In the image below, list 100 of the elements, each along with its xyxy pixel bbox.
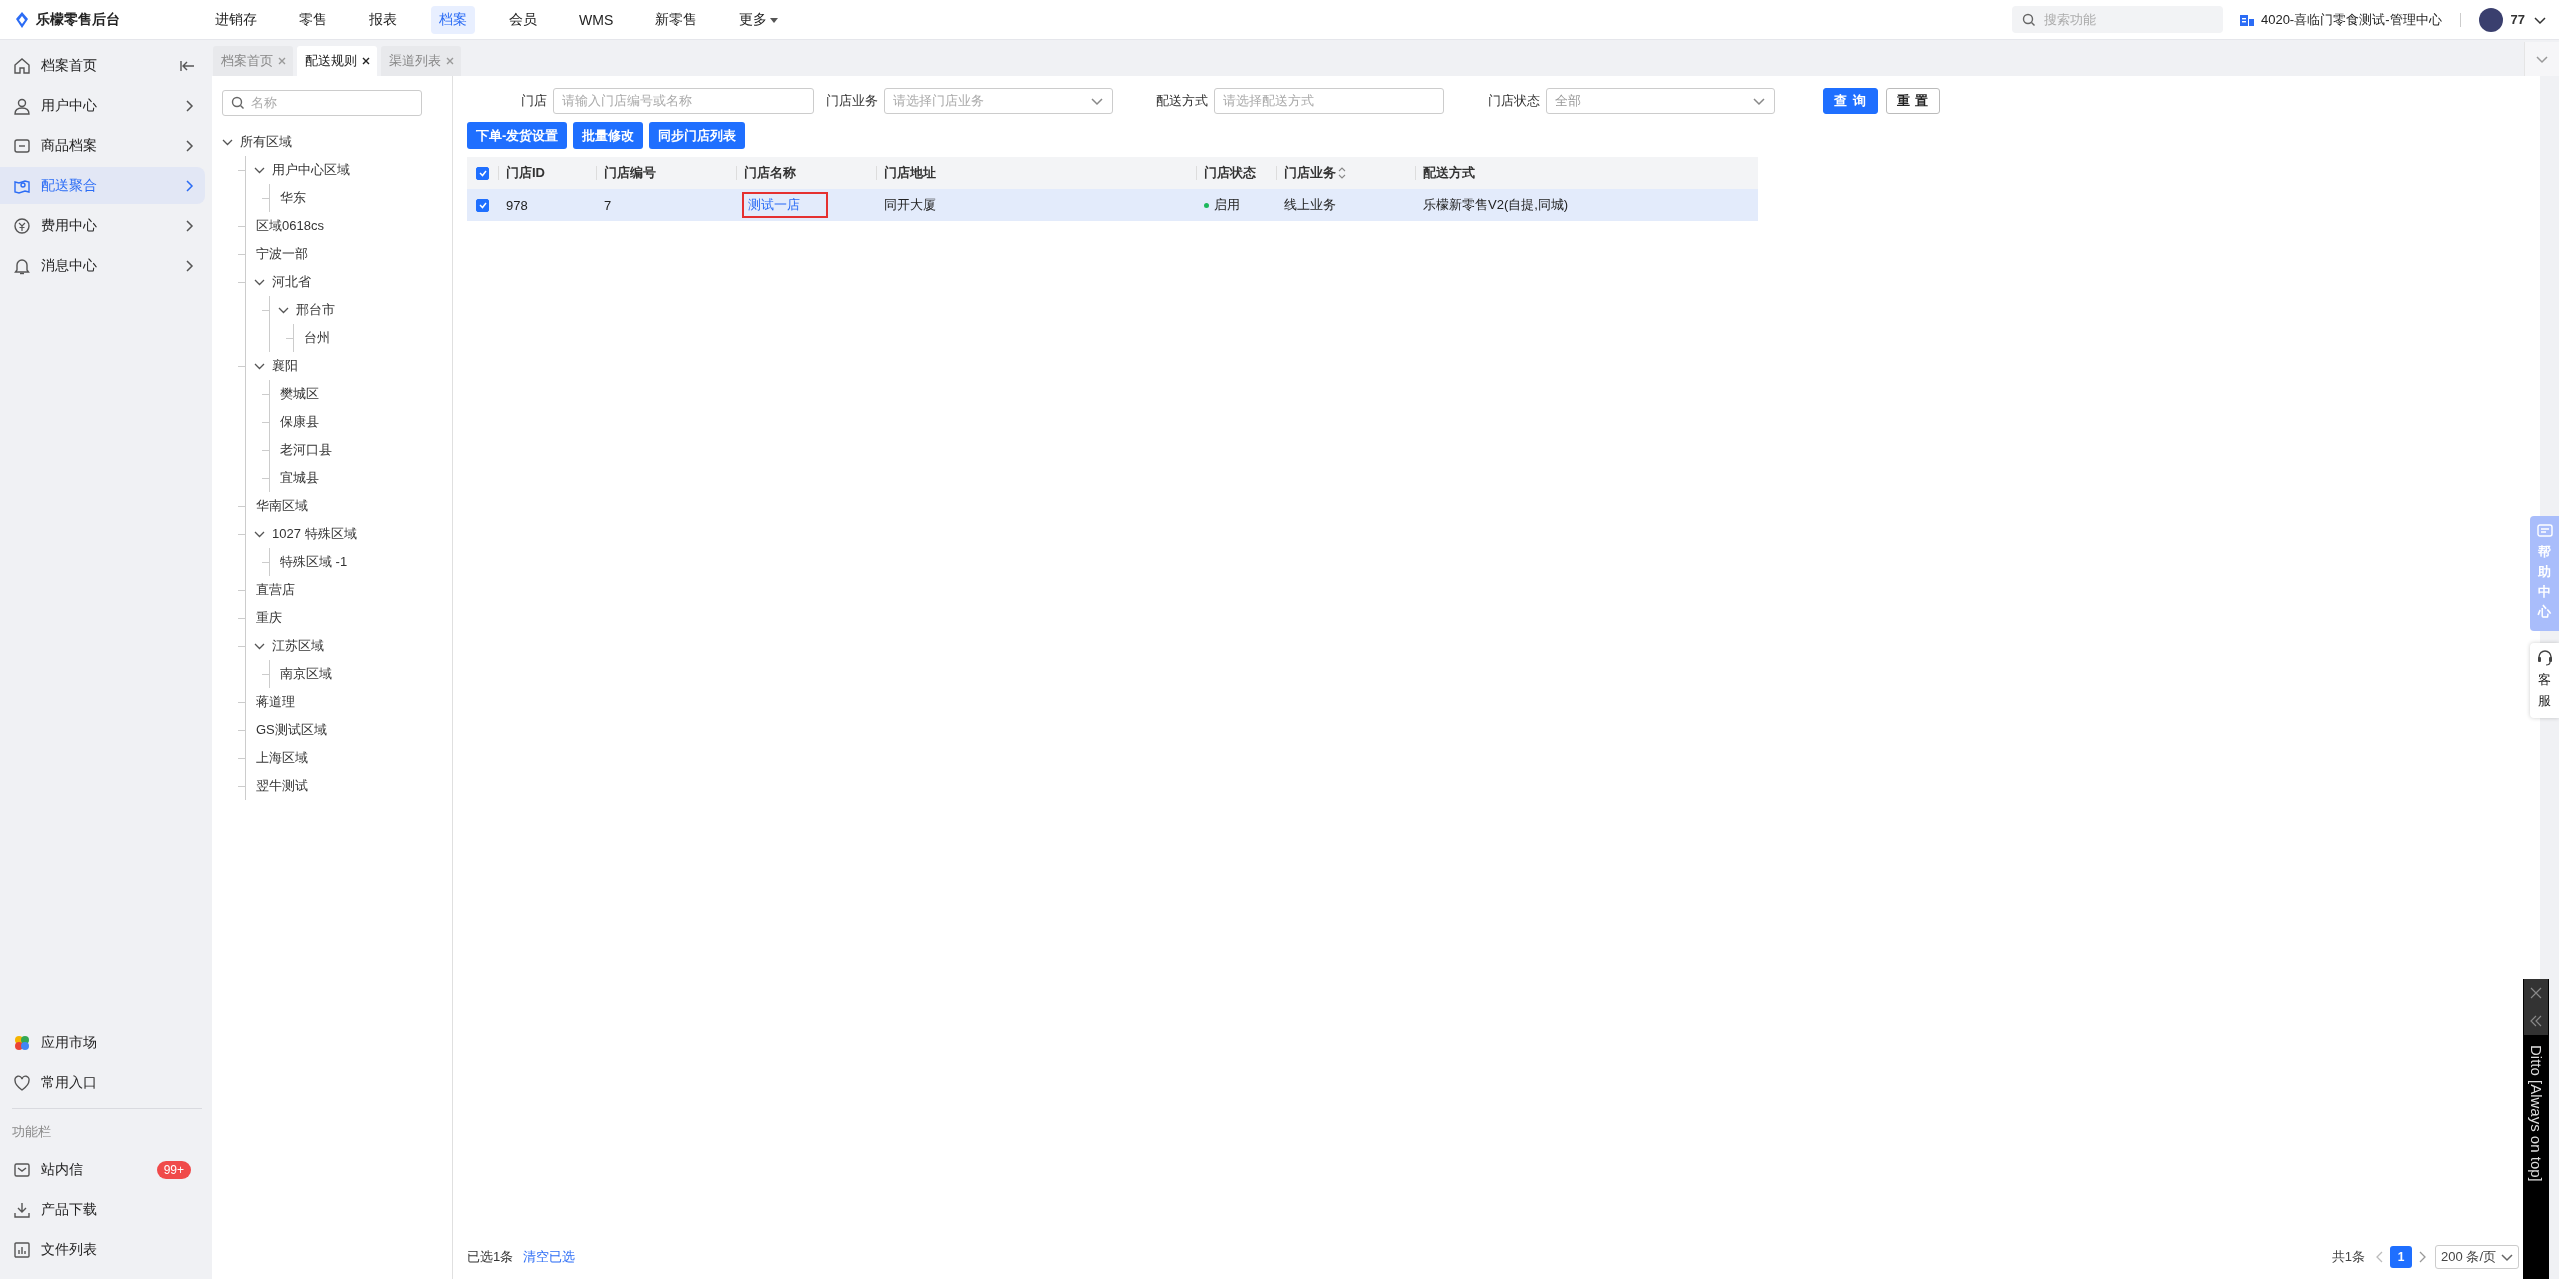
tree-node[interactable]: 河北省 bbox=[270, 271, 313, 293]
search-icon bbox=[2021, 12, 2036, 27]
chevron-right-icon[interactable] bbox=[2418, 1251, 2428, 1263]
window-title: Ditto [Always on top] bbox=[2527, 1045, 2545, 1182]
chevron-right-icon bbox=[183, 138, 195, 153]
field-label: 门店业务 bbox=[825, 92, 879, 110]
chevron-down-icon bbox=[2535, 53, 2549, 65]
nav-item[interactable]: 更多 bbox=[731, 5, 788, 34]
table-cell: 同开大厦 bbox=[884, 197, 936, 212]
logo-icon bbox=[13, 10, 31, 29]
tree-node[interactable]: 直营店 bbox=[254, 579, 297, 601]
page-tab[interactable]: 配送规则 bbox=[297, 46, 377, 76]
clear-selection-link[interactable]: 清空已选 bbox=[523, 1248, 576, 1266]
total-count: 共1条 bbox=[2331, 1248, 2366, 1266]
tree-node[interactable]: 江苏区域 bbox=[270, 635, 326, 657]
organization-name[interactable]: 4020-喜临门零食测试-管理中心 bbox=[2260, 10, 2442, 29]
action-button[interactable]: 批量修改 bbox=[573, 122, 644, 149]
tree-node[interactable]: 南京区域 bbox=[278, 663, 334, 685]
double-chevron-left-icon[interactable] bbox=[2530, 1015, 2542, 1027]
sidebar-item[interactable]: 产品下载 bbox=[0, 1191, 205, 1228]
mail-icon bbox=[13, 1160, 31, 1179]
sidebar-item[interactable]: 商品档案 bbox=[0, 127, 205, 164]
chevron-down-icon[interactable] bbox=[254, 277, 265, 287]
tree-node[interactable]: 华南区域 bbox=[254, 495, 310, 517]
chevron-down-icon bbox=[1752, 95, 1766, 107]
section-title: 功能栏 bbox=[11, 1123, 52, 1141]
nav-item[interactable]: 零售 bbox=[291, 5, 335, 34]
user-name[interactable]: 77 bbox=[2510, 12, 2525, 27]
tree-node[interactable]: 邢台市 bbox=[294, 299, 337, 321]
action-button[interactable]: 下单-发货设置 bbox=[467, 122, 568, 149]
sidebar-item[interactable]: 配送聚合 bbox=[0, 167, 205, 204]
table-cell: 978 bbox=[506, 197, 528, 213]
nav-item[interactable]: 会员 bbox=[501, 5, 545, 34]
table-cell: 乐檬新零售V2(自提,同城) bbox=[1423, 197, 1569, 212]
tree-node[interactable]: 所有区域 bbox=[238, 131, 294, 153]
chevron-down-icon[interactable] bbox=[254, 641, 265, 651]
reset-button[interactable]: 重 置 bbox=[1885, 88, 1941, 114]
tree-node[interactable]: 重庆 bbox=[254, 607, 284, 629]
customer-service-button[interactable]: 客服 bbox=[2530, 643, 2559, 718]
sidebar-item[interactable]: 文件列表 bbox=[0, 1231, 205, 1268]
tree-node[interactable]: 宜城县 bbox=[278, 467, 321, 489]
page-size-select[interactable]: 200 条/页 bbox=[2435, 1245, 2519, 1269]
close-icon[interactable] bbox=[361, 56, 371, 66]
sort-icon[interactable] bbox=[1338, 167, 1346, 179]
sidebar-item[interactable]: 常用入口 bbox=[0, 1064, 205, 1101]
sidebar-item[interactable]: 费用中心 bbox=[0, 207, 205, 244]
sidebar-item[interactable]: 应用市场 bbox=[0, 1024, 205, 1061]
tree-node[interactable]: 老河口县 bbox=[278, 439, 334, 461]
status-dot bbox=[1204, 203, 1209, 209]
chevron-right-icon bbox=[183, 258, 195, 273]
tree-node[interactable]: 台州 bbox=[302, 327, 332, 349]
tree-node[interactable]: 区域0618cs bbox=[254, 215, 326, 237]
tree-node[interactable]: 特殊区域 -1 bbox=[278, 551, 350, 573]
chevron-down-icon[interactable] bbox=[222, 137, 233, 147]
box-icon bbox=[13, 136, 31, 155]
bell-icon bbox=[13, 256, 31, 275]
download-icon bbox=[13, 1200, 31, 1219]
nav-item[interactable]: 新零售 bbox=[647, 5, 706, 34]
tree-node[interactable]: 华东 bbox=[278, 187, 308, 209]
tree-node[interactable]: GS测试区域 bbox=[254, 719, 329, 741]
chevron-down-icon[interactable] bbox=[254, 529, 265, 539]
brand-name: 乐檬零售后台 bbox=[36, 10, 120, 29]
chevron-down-icon[interactable] bbox=[278, 305, 289, 315]
tree-node[interactable]: 宁波一部 bbox=[254, 243, 310, 265]
select-all-checkbox[interactable] bbox=[476, 166, 489, 180]
query-button[interactable]: 查 询 bbox=[1823, 88, 1878, 114]
nav-item[interactable]: 报表 bbox=[361, 5, 405, 34]
nav-item[interactable]: WMS bbox=[571, 5, 622, 34]
sidebar-item[interactable]: 档案首页 bbox=[0, 47, 205, 84]
tree-node[interactable]: 翌牛测试 bbox=[254, 775, 310, 797]
avatar[interactable] bbox=[2478, 7, 2503, 32]
tree-node[interactable]: 蒋道理 bbox=[254, 691, 297, 713]
sidebar-item[interactable]: 消息中心 bbox=[0, 247, 205, 284]
tree-node[interactable]: 用户中心区域 bbox=[270, 159, 352, 181]
tree-node[interactable]: 襄阳 bbox=[270, 355, 300, 377]
collapse-icon[interactable] bbox=[180, 58, 195, 73]
field-label: 配送方式 bbox=[1155, 92, 1209, 110]
row-checkbox[interactable] bbox=[476, 198, 489, 212]
tree-node[interactable]: 樊城区 bbox=[278, 383, 321, 405]
sidebar-item[interactable]: 用户中心 bbox=[0, 87, 205, 124]
nav-item[interactable]: 进销存 bbox=[207, 5, 265, 34]
page-button[interactable]: 1 bbox=[2390, 1246, 2413, 1268]
building-icon bbox=[2238, 12, 2255, 27]
chevron-down-icon[interactable] bbox=[254, 361, 265, 371]
tree-node[interactable]: 保康县 bbox=[278, 411, 321, 433]
search-icon bbox=[231, 96, 245, 110]
check-icon bbox=[477, 200, 488, 210]
count-badge: 99+ bbox=[156, 1160, 191, 1179]
headset-icon bbox=[2536, 649, 2553, 666]
ditto-window[interactable]: Ditto [Always on top] bbox=[2523, 979, 2549, 1279]
bar-chart-icon bbox=[13, 1240, 31, 1259]
sidebar-item[interactable]: 站内信 99+ bbox=[0, 1151, 205, 1188]
tree-node[interactable]: 上海区域 bbox=[254, 747, 310, 769]
chevron-down-icon bbox=[2500, 1251, 2514, 1263]
table-cell: 线上业务 bbox=[1284, 197, 1336, 212]
action-button[interactable]: 同步门店列表 bbox=[649, 122, 746, 149]
tree-node[interactable]: 1027 特殊区域 bbox=[270, 523, 359, 545]
nav-item[interactable]: 档案 bbox=[431, 5, 475, 34]
chevron-down-icon[interactable] bbox=[254, 165, 265, 175]
chat-icon bbox=[2536, 524, 2553, 538]
